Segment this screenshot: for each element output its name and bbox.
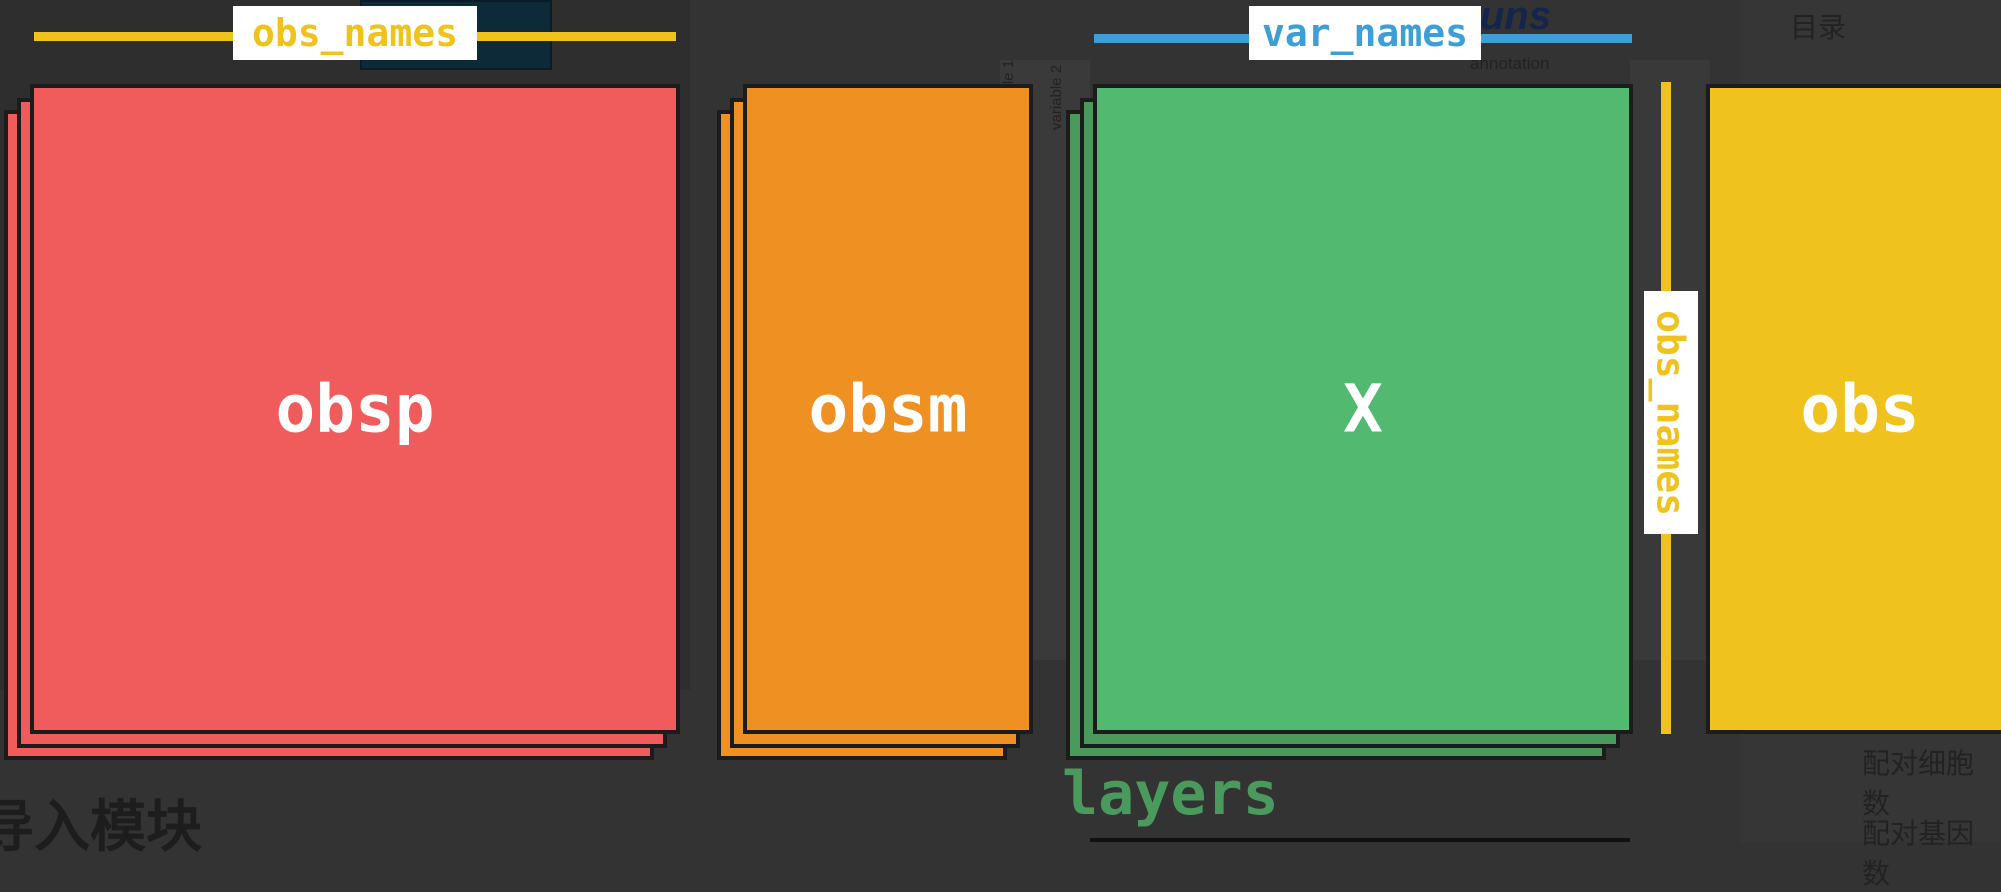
background-annotation-text: annotation xyxy=(1470,54,1550,73)
obsp-tile: obsp xyxy=(30,84,680,734)
toc-text: 目录 xyxy=(1790,11,1847,44)
obs-names-vertical-tag: obs_names xyxy=(1648,310,1693,516)
layers-label: layers xyxy=(1062,759,1279,829)
layers-underline xyxy=(1090,838,1630,842)
obsp-label: obsp xyxy=(275,370,435,448)
x-tile: X xyxy=(1093,84,1633,734)
obs-names-top-tag: obs_names xyxy=(233,6,477,60)
background-variable-2: variable 2 xyxy=(1048,64,1065,130)
obs-tile: obs xyxy=(1706,84,2001,734)
paired-genes-text: 配对基因数 xyxy=(1862,817,1975,890)
obs-label: obs xyxy=(1800,370,1920,448)
obsm-label: obsm xyxy=(808,370,968,448)
var-names-tag: var_names xyxy=(1249,6,1481,60)
x-label: X xyxy=(1343,370,1383,448)
paired-cells-text: 配对细胞数 xyxy=(1862,747,1975,820)
obsm-tile: obsm xyxy=(743,84,1033,734)
import-heading: 导入模块 xyxy=(0,795,202,860)
